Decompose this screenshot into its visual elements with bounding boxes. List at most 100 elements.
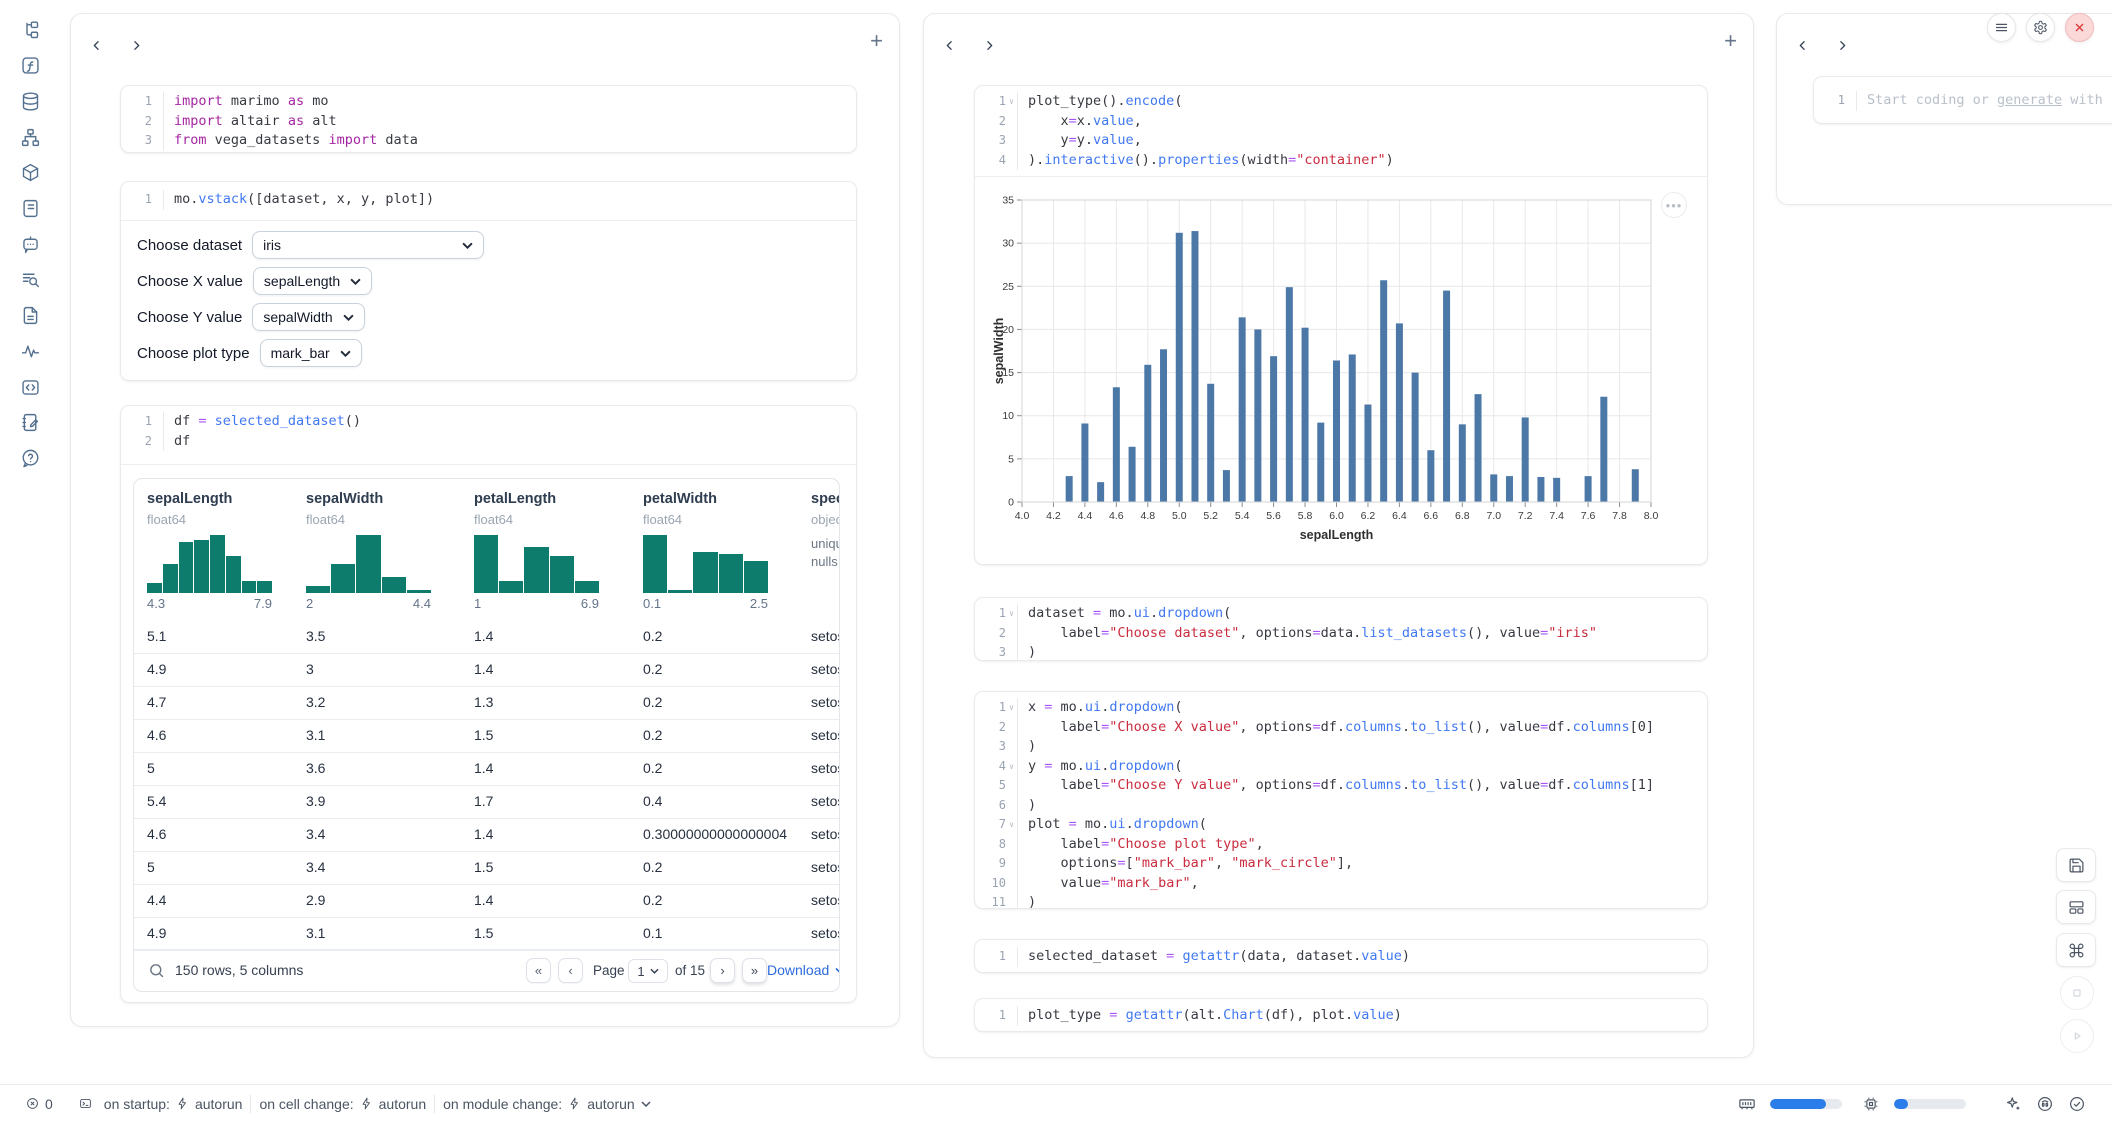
layout-icon — [2068, 899, 2085, 916]
altair-bar-chart[interactable]: 4.04.24.44.64.85.05.25.45.65.86.06.26.46… — [991, 186, 1691, 559]
code-line[interactable]: 2 x=x.value, — [975, 112, 1707, 132]
terminal-button[interactable] — [79, 1097, 92, 1110]
sidebar-functions-icon[interactable] — [18, 54, 42, 78]
column-left-arrow-icon[interactable] — [936, 32, 962, 58]
code-line[interactable]: 1mo.vstack([dataset, x, y, plot]) — [121, 190, 856, 210]
code-line[interactable]: 1plot_type = getattr(alt.Chart(df), plot… — [975, 1006, 1707, 1026]
prev-page-button[interactable]: ‹ — [558, 958, 583, 983]
ai-sparkles-icon[interactable] — [2004, 1095, 2022, 1113]
code-line[interactable]: 1∨plot_type().encode( — [975, 92, 1707, 112]
connection-status-icon[interactable] — [2068, 1095, 2086, 1113]
code-line[interactable]: 5 label="Choose Y value", options=df.col… — [975, 776, 1707, 796]
cell-xy-plot-dropdowns[interactable]: 1∨x = mo.ui.dropdown(2 label="Choose X v… — [974, 691, 1708, 909]
code-line[interactable]: 10 value="mark_bar", — [975, 874, 1707, 894]
hist-max: 6.9 — [581, 596, 599, 611]
column-header[interactable]: sepalLength — [147, 491, 232, 507]
runtime-config-3[interactable]: on module change:autorun — [443, 1096, 651, 1112]
choose-y-value-select[interactable]: sepalWidth — [252, 303, 364, 331]
sidebar-document-icon[interactable] — [18, 304, 42, 328]
runtime-config-2[interactable]: on cell change:autorun — [259, 1096, 426, 1112]
column-header[interactable]: species — [811, 491, 840, 507]
search-icon[interactable] — [148, 962, 165, 979]
code-line[interactable]: 9 options=["mark_bar", "mark_circle"], — [975, 854, 1707, 874]
sidebar-scroll-icon[interactable] — [18, 197, 42, 221]
column-right-arrow-icon[interactable] — [976, 32, 1002, 58]
sidebar-dependency-graph-icon[interactable] — [18, 125, 42, 149]
keyboard-shortcuts-button[interactable] — [2056, 933, 2096, 967]
choose-x-value-select[interactable]: sepalLength — [253, 267, 372, 295]
next-page-button[interactable]: › — [710, 958, 735, 983]
cell-selected-dataset[interactable]: 1selected_dataset = getattr(data, datase… — [974, 939, 1708, 973]
choose-plot-type-select[interactable]: mark_bar — [260, 339, 362, 367]
save-notebook-button[interactable] — [2056, 848, 2096, 882]
layout-toggle-button[interactable] — [2056, 890, 2096, 924]
code-line[interactable]: 2 label="Choose X value", options=df.col… — [975, 718, 1707, 738]
sidebar-database-icon[interactable] — [18, 89, 42, 113]
code-line[interactable]: 1Start coding or generate with — [1814, 91, 2112, 111]
hist-min: 1 — [474, 596, 481, 611]
stop-button[interactable] — [2060, 976, 2094, 1010]
column-left-arrow-icon[interactable] — [1789, 32, 1815, 58]
page-select[interactable]: 1 — [628, 959, 668, 983]
code-line[interactable]: 2import altair as alt — [121, 112, 856, 132]
settings-button[interactable] — [2026, 13, 2055, 42]
sidebar-file-tree-icon[interactable] — [18, 18, 42, 42]
code-line[interactable]: 3from vega_datasets import data — [121, 131, 856, 151]
code-line[interactable]: 4).interactive().properties(width="conta… — [975, 151, 1707, 171]
choose-dataset-select[interactable]: iris — [252, 231, 484, 259]
cell-chart[interactable]: 1∨plot_type().encode(2 x=x.value,3 y=y.v… — [974, 85, 1708, 565]
sidebar-activity-icon[interactable] — [18, 339, 42, 363]
cell-imports[interactable]: 1import marimo as mo2import altair as al… — [120, 85, 857, 153]
error-count[interactable]: 0 — [26, 1096, 53, 1112]
sidebar-chat-bot-icon[interactable] — [18, 232, 42, 256]
code-line[interactable]: 1import marimo as mo — [121, 92, 856, 112]
code-line[interactable]: 1∨x = mo.ui.dropdown( — [975, 698, 1707, 718]
column-right-arrow-icon[interactable] — [1829, 32, 1855, 58]
copilot-icon[interactable] — [2036, 1095, 2054, 1113]
sidebar-log-search-icon[interactable] — [18, 268, 42, 292]
code-line[interactable]: 1df = selected_dataset() — [121, 412, 856, 432]
run-button[interactable] — [2060, 1019, 2094, 1053]
code-line[interactable]: 6) — [975, 796, 1707, 816]
code-line[interactable]: 3 y=y.value, — [975, 131, 1707, 151]
code-line[interactable]: 4∨y = mo.ui.dropdown( — [975, 757, 1707, 777]
sidebar-notebook-edit-icon[interactable] — [18, 411, 42, 435]
cell-plot-type[interactable]: 1plot_type = getattr(alt.Chart(df), plot… — [974, 998, 1708, 1032]
code-line[interactable]: 8 label="Choose plot type", — [975, 835, 1707, 855]
command-icon — [2068, 942, 2085, 959]
column-left-arrow-icon[interactable] — [83, 32, 109, 58]
cpu-usage-bar — [1894, 1099, 1966, 1109]
first-page-button[interactable]: « — [526, 958, 551, 983]
column-dtype: float64 — [147, 512, 186, 527]
sidebar-package-icon[interactable] — [18, 161, 42, 185]
add-cell-button[interactable]: + — [870, 28, 883, 54]
code-line[interactable]: 2df — [121, 432, 856, 452]
table-row: 4.42.91.40.2setosa — [134, 885, 839, 918]
add-cell-button[interactable]: + — [1724, 28, 1737, 54]
sidebar-help-icon[interactable] — [18, 446, 42, 470]
chart-menu-button[interactable]: ••• — [1661, 192, 1687, 218]
shutdown-button[interactable] — [2065, 13, 2094, 42]
column-header[interactable]: sepalWidth — [306, 491, 383, 507]
code-line[interactable]: 1∨dataset = mo.ui.dropdown( — [975, 604, 1707, 624]
column-histogram — [147, 535, 272, 593]
download-button[interactable]: Download — [767, 962, 840, 978]
cell-dataset-dropdown[interactable]: 1∨dataset = mo.ui.dropdown(2 label="Choo… — [974, 597, 1708, 661]
cell-dataframe[interactable]: 1df = selected_dataset()2df sepalLength f… — [120, 405, 857, 1003]
code-line[interactable]: 3) — [975, 737, 1707, 757]
sidebar-code-block-icon[interactable] — [18, 375, 42, 399]
code-line[interactable]: 2 label="Choose dataset", options=data.l… — [975, 624, 1707, 644]
table-cell: setosa — [811, 793, 840, 809]
code-line[interactable]: 3) — [975, 643, 1707, 661]
runtime-config-1[interactable]: on startup:autorun — [104, 1096, 243, 1112]
code-line[interactable]: 11) — [975, 893, 1707, 909]
column-right-arrow-icon[interactable] — [123, 32, 149, 58]
code-line[interactable]: 7∨plot = mo.ui.dropdown( — [975, 815, 1707, 835]
column-header[interactable]: petalLength — [474, 491, 556, 507]
notebook-menu-button[interactable] — [1987, 13, 2016, 42]
column-header[interactable]: petalWidth — [643, 491, 717, 507]
code-line[interactable]: 1selected_dataset = getattr(data, datase… — [975, 947, 1707, 967]
last-page-button[interactable]: » — [742, 958, 767, 983]
cell-vstack[interactable]: 1mo.vstack([dataset, x, y, plot]) Choose… — [120, 181, 857, 381]
cell-empty-editor[interactable]: 1Start coding or generate with — [1813, 76, 2112, 124]
